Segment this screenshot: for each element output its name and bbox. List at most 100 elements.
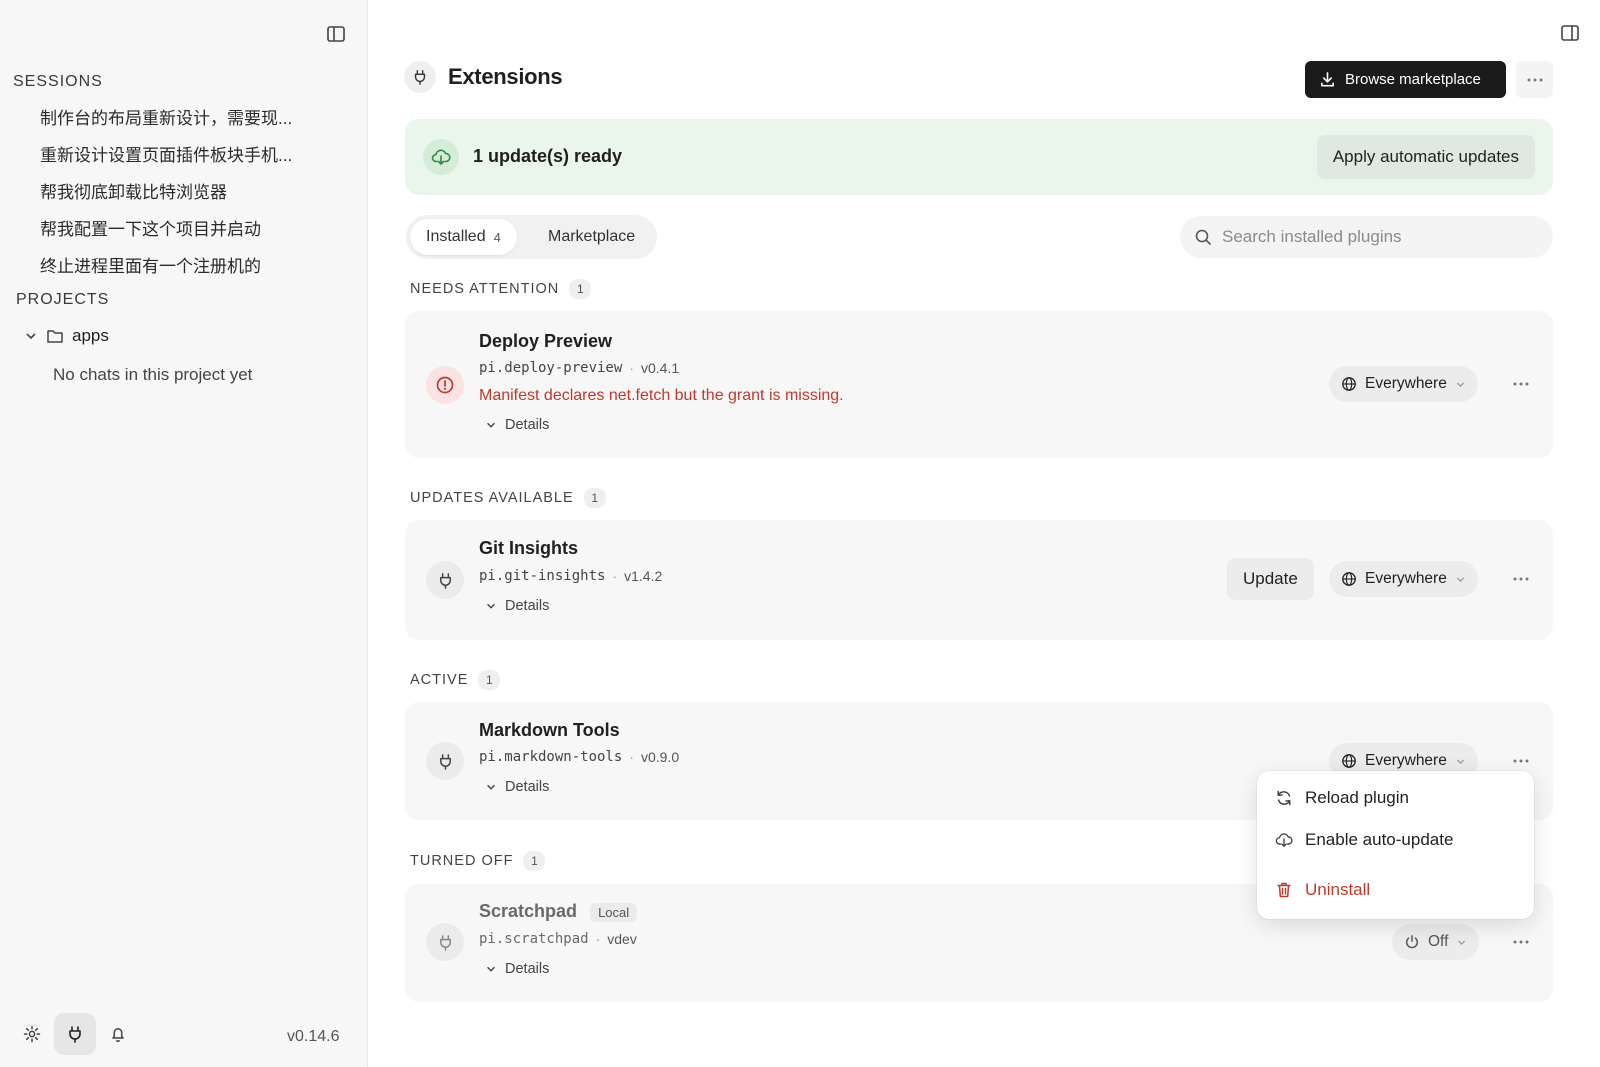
chevron-down-icon [487,784,495,790]
plugin-card-git-insights: Git Insights pi.git-insights · v1.4.2 De… [405,520,1553,640]
chevron-down-icon [487,603,495,609]
plugin-version: v0.9.0 [640,749,680,765]
plugin-more-button[interactable] [1505,368,1537,400]
group-active: ACTIVE 1 [410,670,501,690]
folder-icon [47,330,63,343]
session-item[interactable]: 终止进程里面有一个注册机的 [40,252,261,277]
more-horizontal-icon [1513,759,1529,763]
notifications-button[interactable] [97,1013,139,1055]
browse-marketplace-button[interactable]: Browse marketplace [1305,61,1506,98]
session-item[interactable]: 重新设计设置页面插件板块手机... [40,141,292,166]
search-input[interactable] [1222,227,1542,247]
scope-label: Everywhere [1365,570,1447,587]
plugin-meta: pi.git-insights · v1.4.2 [479,568,662,584]
plugin-version: v0.4.1 [640,360,680,376]
meta-separator: · [612,568,618,584]
tab-marketplace-label: Marketplace [548,228,636,245]
plugin-status-icon [426,923,464,961]
details-label: Details [505,779,550,795]
apply-automatic-updates-button[interactable]: Apply automatic updates [1316,135,1535,179]
plugin-name: Markdown Tools [479,720,620,740]
tab-marketplace[interactable]: Marketplace [528,219,655,255]
plugin-context-menu: Reload plugin Enable auto-update Uninsta… [1257,771,1534,919]
plug-icon [69,1026,81,1043]
plug-icon [439,934,451,951]
scope-select[interactable]: Everywhere [1329,561,1478,597]
chevron-down-icon [1456,381,1464,387]
menu-item-reload[interactable]: Reload plugin [1275,788,1409,808]
menu-item-uninstall[interactable]: Uninstall [1275,880,1370,900]
more-horizontal-icon [1513,382,1529,386]
group-needs-attention: NEEDS ATTENTION 1 [410,279,592,299]
plugin-name: Scratchpad [479,901,578,921]
tab-installed-count: 4 [493,229,501,245]
plugin-name: Git Insights [479,538,578,558]
details-toggle[interactable]: Details [485,961,549,977]
plugin-status-icon [426,561,464,599]
menu-item-label: Uninstall [1305,880,1371,899]
search-box[interactable] [1180,216,1553,258]
header-more-button[interactable] [1516,61,1553,98]
globe-icon [1342,572,1356,586]
banner-icon-wrap [423,139,459,175]
group-count-badge: 1 [583,488,606,508]
power-state-select[interactable]: Off [1392,924,1480,960]
plugin-id: pi.scratchpad [479,931,589,947]
plugin-meta: pi.scratchpad · vdev [479,931,637,947]
chevron-down-icon [1456,758,1464,764]
menu-item-label: Reload plugin [1305,788,1409,807]
plugin-meta: pi.deploy-preview · v0.4.1 [479,360,679,376]
sidebar-collapse-button[interactable] [320,18,352,50]
tab-installed-label: Installed [426,228,486,245]
sidebar-toggle-icon [327,26,345,42]
details-toggle[interactable]: Details [485,598,549,614]
updates-banner: 1 update(s) ready Apply automatic update… [405,119,1553,195]
details-toggle[interactable]: Details [485,417,549,433]
plug-icon [439,753,451,770]
plug-icon [439,572,451,589]
settings-button[interactable] [11,1013,53,1055]
power-icon [1406,935,1418,949]
projects-title: PROJECTS [16,291,110,308]
gear-icon [23,1025,41,1043]
right-panel-toggle-button[interactable] [1553,16,1587,50]
plugin-version: vdev [607,931,637,947]
more-horizontal-icon [1527,78,1542,81]
plugin-status-icon [426,366,464,404]
session-item[interactable]: 制作台的布局重新设计，需要现... [40,104,292,129]
more-horizontal-icon [1513,577,1529,581]
plug-icon [414,70,426,85]
details-toggle[interactable]: Details [485,779,549,795]
menu-item-auto-update[interactable]: Enable auto-update [1275,830,1453,850]
plugin-more-button[interactable] [1505,563,1537,595]
group-count-badge: 1 [569,279,592,299]
update-plugin-button[interactable]: Update [1227,558,1314,600]
plugin-id: pi.git-insights [479,568,606,584]
plugin-status-icon [426,742,464,780]
tab-installed[interactable]: Installed 4 [410,219,517,255]
details-label: Details [505,598,550,614]
session-item[interactable]: 帮我配置一下这个项目并启动 [40,215,261,240]
group-label-text: ACTIVE [410,672,469,688]
menu-item-label: Enable auto-update [1305,830,1454,849]
scope-select[interactable]: Everywhere [1329,366,1478,402]
download-icon [1321,72,1334,87]
cloud-download-icon [1275,833,1293,847]
group-label-text: NEEDS ATTENTION [410,281,560,297]
plugin-meta: pi.markdown-tools · v0.9.0 [479,749,679,765]
bell-icon [112,1028,124,1043]
updates-ready-text: 1 update(s) ready [473,146,623,166]
sessions-title: SESSIONS [13,73,103,90]
plugin-more-button[interactable] [1505,926,1537,958]
scope-label: Everywhere [1365,375,1447,392]
session-item[interactable]: 帮我彻底卸载比特浏览器 [40,178,227,203]
extensions-nav-button[interactable] [54,1013,96,1055]
chevron-down-icon [1458,939,1466,945]
power-state-label: Off [1428,933,1449,950]
extensions-header-icon [404,61,436,93]
group-count-badge: 1 [523,851,546,871]
chevron-down-icon [1456,576,1464,582]
project-item-apps[interactable]: apps [24,326,109,346]
search-icon [1195,229,1211,245]
meta-separator: · [629,360,634,376]
